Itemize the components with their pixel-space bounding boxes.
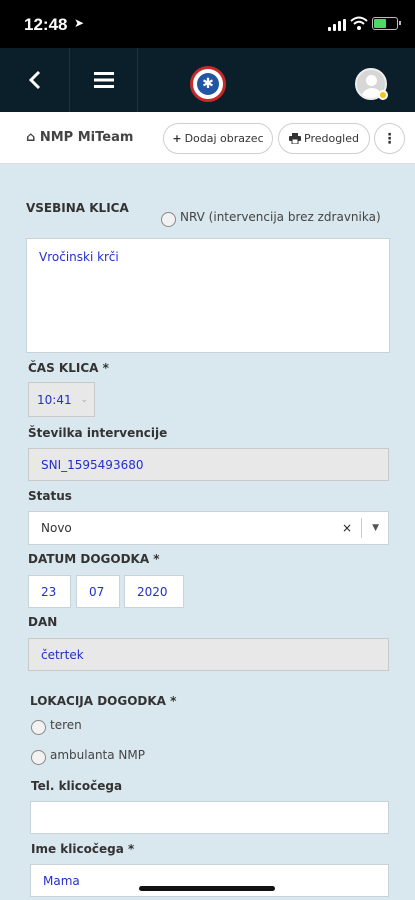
caller-phone-input[interactable]: [30, 801, 389, 834]
chevron-left-icon: [28, 70, 40, 90]
intervention-number-field: SNI_1595493680: [28, 448, 389, 481]
location-option-teren: teren: [50, 718, 82, 732]
add-form-label: Dodaj obrazec: [184, 132, 264, 145]
call-time-select[interactable]: 10:41 ⌄: [28, 382, 95, 417]
status-bar: 12:48 ➤: [0, 0, 415, 48]
call-time-value: 10:41: [37, 392, 72, 407]
menu-button[interactable]: [70, 48, 138, 112]
status-label: Status: [28, 489, 72, 503]
more-vertical-icon: ⋮: [382, 130, 397, 147]
add-form-button[interactable]: + Dodaj obrazec: [163, 123, 273, 154]
day-field: četrtek: [28, 638, 389, 671]
location-label: LOKACIJA DOGODKA *: [30, 694, 177, 708]
day-label: DAN: [28, 615, 58, 629]
back-button[interactable]: [0, 48, 70, 112]
preview-label: Predogled: [304, 132, 359, 145]
caller-name-input[interactable]: Mama: [30, 864, 389, 897]
event-date-day-input[interactable]: 23: [28, 575, 71, 608]
caller-name-label: Ime klicočega *: [31, 842, 135, 856]
plus-icon: +: [172, 132, 182, 145]
nrv-checkbox[interactable]: [161, 212, 176, 227]
status-time: 12:48: [24, 15, 68, 34]
status-value: Novo: [41, 521, 72, 535]
call-time-label: ČAS KLICA *: [28, 361, 109, 375]
chevron-down-icon: ⌄: [80, 394, 88, 405]
clear-icon[interactable]: ×: [342, 521, 352, 535]
battery-icon: [372, 17, 401, 30]
cellular-signal-icon: [328, 19, 346, 31]
location-option-ambulanta: ambulanta NMP: [50, 748, 145, 762]
home-indicator[interactable]: [139, 886, 275, 891]
caret-down-icon[interactable]: ▼: [372, 523, 379, 533]
select-divider: [361, 518, 362, 538]
event-date-year-input[interactable]: 2020: [124, 575, 184, 608]
location-radio-teren[interactable]: [31, 720, 46, 735]
nrv-label: NRV (intervencija brez zdravnika): [180, 210, 381, 224]
event-date-month-input[interactable]: 07: [76, 575, 120, 608]
hamburger-menu-icon: [93, 72, 114, 88]
call-content-label: VSEBINA KLICA: [26, 201, 129, 215]
status-select[interactable]: Novo × ▼: [28, 511, 389, 545]
user-status-badge: [378, 90, 388, 100]
home-icon: ⌂: [26, 130, 36, 145]
call-content-textarea[interactable]: Vročinski krči: [26, 238, 390, 353]
home-label: NMP MiTeam: [39, 130, 134, 145]
preview-button[interactable]: Predogled: [278, 123, 370, 154]
ems-star-of-life-icon: ✱: [190, 66, 226, 102]
home-breadcrumb[interactable]: ⌂ NMP MiTeam: [26, 130, 133, 145]
intervention-number-label: Številka intervencije: [28, 426, 168, 440]
wifi-icon: [350, 16, 368, 30]
print-icon: [289, 133, 301, 144]
location-arrow-icon: ➤: [74, 16, 85, 30]
event-date-label: DATUM DOGODKA *: [28, 552, 160, 566]
caller-phone-label: Tel. klicočega: [31, 779, 123, 793]
page-toolbar: ⌂ NMP MiTeam + Dodaj obrazec Predogled ⋮: [0, 112, 415, 164]
location-radio-ambulanta[interactable]: [31, 750, 46, 765]
more-options-button[interactable]: ⋮: [374, 123, 405, 154]
